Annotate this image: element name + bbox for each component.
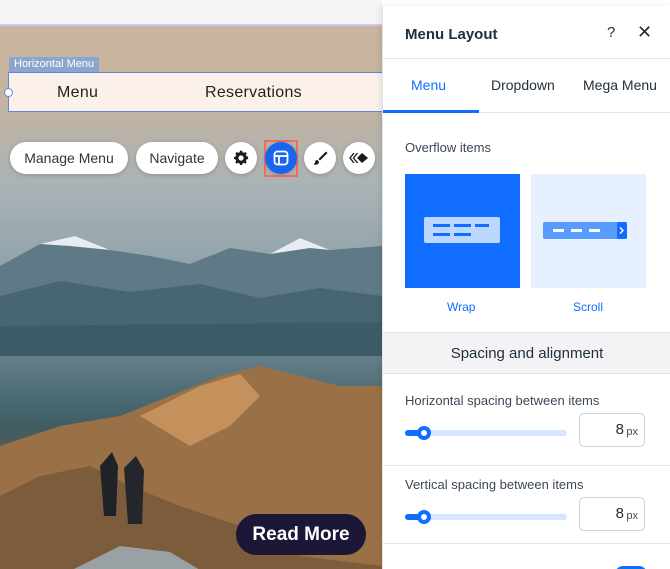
tab-mega-menu[interactable]: Mega Menu bbox=[583, 77, 657, 93]
layout-button[interactable] bbox=[265, 142, 297, 174]
mountain-range-back bbox=[0, 236, 382, 356]
vertical-spacing-slider[interactable] bbox=[405, 510, 567, 524]
tab-dropdown[interactable]: Dropdown bbox=[491, 77, 555, 93]
scroll-layout-icon bbox=[543, 222, 627, 239]
wrap-layout-icon bbox=[424, 217, 500, 243]
spacing-section-header: Spacing and alignment bbox=[383, 332, 670, 374]
horizontal-spacing-input[interactable]: 8 px bbox=[579, 413, 645, 447]
paint-brush-icon bbox=[313, 151, 328, 165]
wrap-label[interactable]: Wrap bbox=[447, 300, 475, 314]
overflow-option-wrap[interactable] bbox=[405, 174, 520, 288]
header-divider bbox=[383, 58, 670, 59]
design-button[interactable] bbox=[304, 142, 336, 174]
close-icon[interactable]: ✕ bbox=[637, 22, 652, 43]
editor-canvas: Horizontal Menu Menu Reservations Manage… bbox=[0, 0, 382, 569]
manage-menu-button[interactable]: Manage Menu bbox=[10, 142, 128, 174]
menu-layout-panel: Menu Layout ? ✕ Menu Dropdown Mega Menu … bbox=[382, 6, 670, 569]
control-divider bbox=[383, 543, 670, 544]
menu-item-menu[interactable]: Menu bbox=[57, 84, 98, 102]
tab-menu[interactable]: Menu bbox=[411, 77, 446, 93]
resize-handle[interactable] bbox=[4, 88, 13, 97]
gear-icon bbox=[233, 150, 249, 166]
active-tab-underline bbox=[383, 110, 479, 113]
vertical-slider-thumb[interactable] bbox=[417, 510, 431, 524]
element-type-tag: Horizontal Menu bbox=[9, 57, 100, 72]
menu-item-reservations[interactable]: Reservations bbox=[205, 84, 302, 102]
vertical-spacing-label: Vertical spacing between items bbox=[405, 477, 584, 492]
panel-title: Menu Layout bbox=[405, 26, 498, 43]
navigate-button[interactable]: Navigate bbox=[136, 142, 218, 174]
canvas-header-strip bbox=[0, 0, 382, 26]
overflow-option-scroll[interactable] bbox=[531, 174, 646, 288]
layout-icon bbox=[273, 150, 289, 166]
horizontal-spacing-label: Horizontal spacing between items bbox=[405, 393, 600, 408]
animation-icon bbox=[349, 152, 368, 164]
animation-button[interactable] bbox=[343, 142, 375, 174]
help-icon[interactable]: ? bbox=[607, 24, 615, 41]
horizontal-slider-thumb[interactable] bbox=[417, 426, 431, 440]
horizontal-spacing-slider[interactable] bbox=[405, 426, 567, 440]
control-divider bbox=[383, 465, 670, 466]
vertical-spacing-input[interactable]: 8 px bbox=[579, 497, 645, 531]
vertical-spacing-value: 8 bbox=[615, 505, 624, 522]
horizontal-spacing-value: 8 bbox=[615, 421, 624, 438]
settings-button[interactable] bbox=[225, 142, 257, 174]
read-more-button[interactable]: Read More bbox=[236, 514, 366, 555]
horizontal-spacing-unit: px bbox=[626, 426, 638, 438]
scroll-label[interactable]: Scroll bbox=[573, 300, 603, 314]
overflow-items-label: Overflow items bbox=[405, 140, 491, 155]
vertical-spacing-unit: px bbox=[626, 510, 638, 522]
